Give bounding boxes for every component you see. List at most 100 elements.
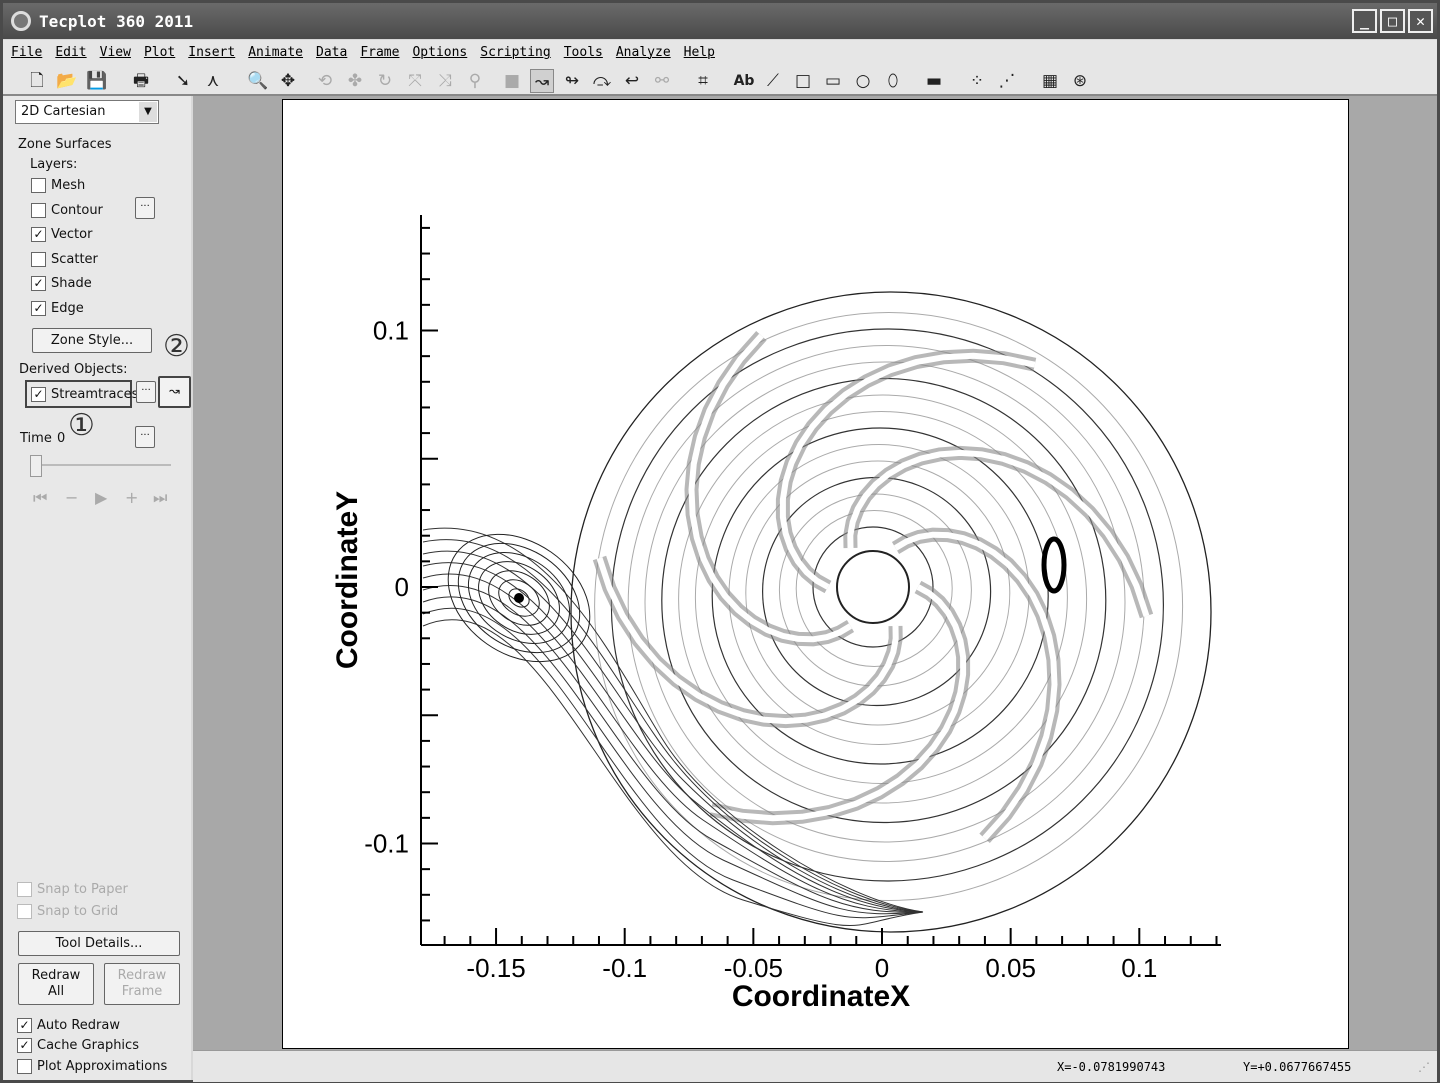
translate-icon[interactable]: ✥	[276, 69, 300, 93]
streamtrace-tool-button[interactable]: ↝	[158, 376, 191, 408]
snap-paper-checkbox[interactable]	[17, 882, 32, 897]
contour-remove-icon[interactable]: ↩	[620, 69, 644, 93]
window-title: Tecplot 360 2011	[39, 11, 194, 31]
rectangle-icon[interactable]: ▭	[821, 69, 845, 93]
streamline	[422, 619, 924, 926]
step-forward-icon[interactable]: +	[125, 488, 138, 507]
streamline	[422, 562, 924, 913]
zone-style-button[interactable]: Zone Style...	[32, 328, 152, 353]
frame-icon[interactable]: ▬	[922, 69, 946, 93]
text-tool-icon[interactable]: Ab	[732, 69, 756, 93]
ellipse-icon[interactable]: ⬯	[881, 69, 905, 93]
iso-icon[interactable]: ⚯	[650, 69, 674, 93]
grid-icon[interactable]: ▦	[1038, 69, 1062, 93]
contour-checkbox[interactable]	[31, 203, 46, 218]
adjustor-icon[interactable]: ⋏	[201, 69, 225, 93]
menu-bar: File Edit View Plot Insert Animate Data …	[3, 40, 1437, 65]
x-tick-label: 0.1	[1121, 953, 1157, 983]
line-points-icon[interactable]: ⋰	[995, 69, 1019, 93]
redraw-all-button[interactable]: Redraw All	[18, 963, 94, 1005]
menu-file[interactable]: File	[11, 45, 42, 60]
x-coordinate-readout: X=-0.0781990743	[1057, 1060, 1166, 1074]
menu-animate[interactable]: Animate	[248, 45, 303, 60]
y-tick-label: 0.1	[373, 316, 409, 346]
spin-icon[interactable]: ↻	[373, 69, 397, 93]
edge-checkbox[interactable]: ✓	[31, 301, 46, 316]
scatter-points-icon[interactable]: ⁘	[965, 69, 989, 93]
menu-frame[interactable]: Frame	[360, 45, 399, 60]
twist-icon[interactable]: ⤧	[403, 69, 427, 93]
square-icon[interactable]: □	[791, 69, 815, 93]
contour-add-icon[interactable]: ⤼	[590, 69, 614, 93]
select-arrow-icon[interactable]: ➘	[171, 69, 195, 93]
close-button[interactable]: ✕	[1408, 9, 1433, 33]
menu-edit[interactable]: Edit	[55, 45, 86, 60]
menu-plot[interactable]: Plot	[144, 45, 175, 60]
x-tick-label: -0.1	[602, 953, 647, 983]
open-folder-icon[interactable]: 📂	[55, 69, 79, 93]
menu-scripting[interactable]: Scripting	[480, 45, 550, 60]
print-icon[interactable]: 🖶	[129, 69, 153, 93]
mesh-checkbox[interactable]	[31, 178, 46, 193]
plot-approx-checkbox[interactable]	[17, 1059, 32, 1074]
x-tick-label: 0.05	[985, 953, 1036, 983]
zoom-icon[interactable]: 🔍	[246, 69, 270, 93]
polyline-icon[interactable]: ⟋	[761, 69, 785, 93]
streamtraces-details-button[interactable]: ...	[136, 381, 156, 403]
menu-view[interactable]: View	[100, 45, 131, 60]
vector-checkbox[interactable]: ✓	[31, 227, 46, 242]
shade-checkbox[interactable]: ✓	[31, 276, 46, 291]
streamtrace-icon: ↝	[169, 384, 180, 399]
streamtrace-placement-icon[interactable]: ↝	[530, 69, 554, 93]
tool-details-button[interactable]: Tool Details...	[18, 931, 180, 956]
time-slider-handle[interactable]	[30, 455, 42, 477]
menu-analyze[interactable]: Analyze	[616, 45, 671, 60]
menu-options[interactable]: Options	[412, 45, 467, 60]
streamtraces-checkbox[interactable]: ✓	[31, 387, 46, 402]
resize-grip-icon[interactable]: ⋰	[1418, 1060, 1430, 1074]
plot-type-select[interactable]: 2D Cartesian ▼	[15, 100, 159, 124]
vortex-core	[514, 593, 524, 603]
plot-canvas[interactable]: -0.15 -0.1 -0.05 0 0.05 0.1 0.1 0 -0.1 Coordinate…	[283, 100, 1350, 1050]
rollerball-icon[interactable]: ✤	[343, 69, 367, 93]
auto-redraw-checkbox[interactable]: ✓	[17, 1018, 32, 1033]
x-tick-label: -0.15	[466, 953, 525, 983]
contour-label: Contour	[51, 203, 103, 218]
contour-details-button[interactable]: ...	[135, 197, 155, 219]
time-slider[interactable]	[31, 464, 171, 466]
scatter-label: Scatter	[51, 252, 98, 267]
scatter-checkbox[interactable]	[31, 252, 46, 267]
toolbar: 🗋 📂 💾 🖶 ➘ ⋏ 🔍 ✥ ⟲ ✤ ↻ ⤧ ⤨ ⚲ ■ ↝ ↬ ⤼ ↩ ⚯ …	[3, 65, 1437, 96]
new-file-icon[interactable]: 🗋	[25, 69, 49, 93]
streamtrace-line-icon[interactable]: ↬	[560, 69, 584, 93]
minimize-button[interactable]: _	[1352, 9, 1377, 33]
circle-icon[interactable]: ○	[851, 69, 875, 93]
axis-rotate-icon[interactable]: ⤨	[433, 69, 457, 93]
probe-icon[interactable]: ⌗	[691, 69, 715, 93]
last-frame-icon[interactable]: ⏭	[153, 488, 167, 508]
x-tick-label: 0	[875, 953, 889, 983]
rotate-icon[interactable]: ⟲	[313, 69, 337, 93]
snap-paper-label: Snap to Paper	[37, 882, 128, 897]
maximize-button[interactable]: □	[1380, 9, 1405, 33]
play-icon[interactable]: ▶	[95, 488, 107, 507]
menu-tools[interactable]: Tools	[564, 45, 603, 60]
first-frame-icon[interactable]: ⏮	[33, 488, 47, 508]
polar-grid-icon[interactable]: ⊛	[1068, 69, 1092, 93]
slice-icon[interactable]: ■	[500, 69, 524, 93]
menu-insert[interactable]: Insert	[188, 45, 235, 60]
y-tick-label: -0.1	[364, 829, 409, 859]
redraw-frame-button[interactable]: Redraw Frame	[104, 963, 180, 1005]
menu-data[interactable]: Data	[316, 45, 347, 60]
cache-graphics-checkbox[interactable]: ✓	[17, 1038, 32, 1053]
time-details-button[interactable]: ...	[135, 426, 155, 448]
plot-frame[interactable]: -0.15 -0.1 -0.05 0 0.05 0.1 0.1 0 -0.1 Coordinate…	[282, 99, 1349, 1049]
time-value: 0	[57, 431, 66, 446]
step-back-icon[interactable]: −	[65, 488, 78, 507]
menu-help[interactable]: Help	[684, 45, 715, 60]
save-icon[interactable]: 💾	[85, 69, 109, 93]
shade-label: Shade	[51, 276, 92, 291]
snap-grid-checkbox[interactable]	[17, 904, 32, 919]
streamtraces-label: Streamtraces	[51, 387, 139, 402]
probe-3d-icon[interactable]: ⚲	[463, 69, 487, 93]
